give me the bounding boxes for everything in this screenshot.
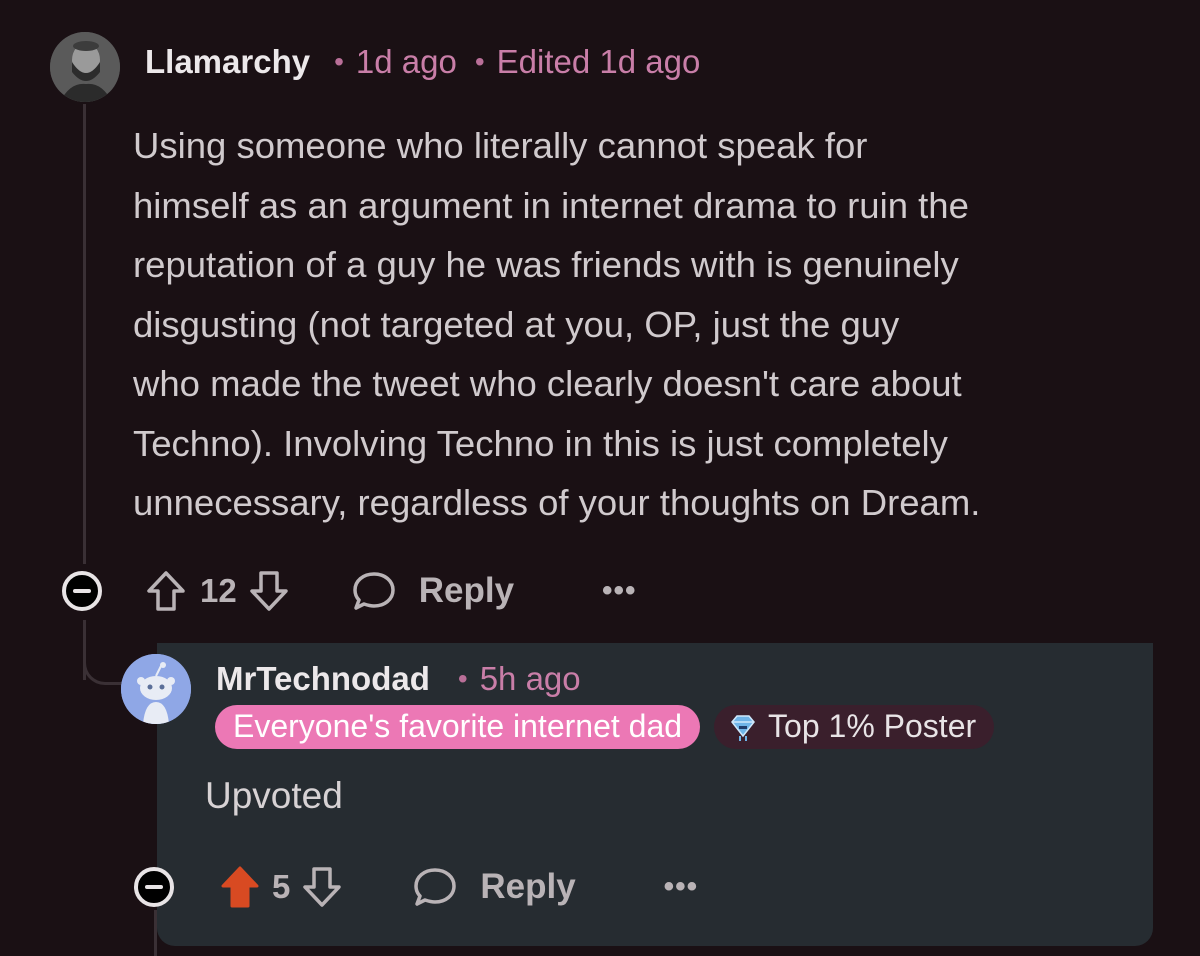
vote-count: 5 xyxy=(272,868,291,905)
avatar-portrait-icon xyxy=(50,32,120,102)
reply-label: Reply xyxy=(418,571,515,610)
flair-row: Everyone's favorite internet dad Top 1% … xyxy=(215,705,995,749)
comment-body: Using someone who literally cannot speak… xyxy=(133,125,981,523)
snoo-avatar-icon xyxy=(121,654,191,724)
thread-line-main[interactable] xyxy=(83,104,86,564)
downvote-icon[interactable] xyxy=(247,569,291,613)
comment-username[interactable]: Llamarchy xyxy=(145,43,310,81)
thread-connector-curve xyxy=(83,650,123,685)
more-options-button[interactable]: ••• xyxy=(602,574,637,608)
reply-button[interactable]: Reply xyxy=(412,865,576,909)
user-flair: Everyone's favorite internet dad xyxy=(215,705,701,749)
comment-actions: 12 Reply ••• xyxy=(62,561,637,621)
reply-username[interactable]: MrTechnodad xyxy=(216,660,430,698)
user-avatar[interactable] xyxy=(50,32,120,102)
upvote-icon[interactable] xyxy=(144,569,188,613)
reply-header: MrTechnodad • 5h ago xyxy=(216,657,581,701)
comment-thread: Llamarchy • 1d ago • Edited 1d ago Using… xyxy=(0,0,1200,956)
speech-bubble-icon xyxy=(352,572,395,610)
reply-body: Upvoted xyxy=(205,775,343,816)
speech-bubble-icon xyxy=(414,868,457,906)
reply-actions: 5 Reply ••• xyxy=(134,857,698,917)
edited-label: Edited 1d ago xyxy=(496,43,701,80)
badge-label: Top 1% Poster xyxy=(768,708,977,744)
collapse-button[interactable] xyxy=(134,867,174,907)
reply-label: Reply xyxy=(480,867,576,906)
comment-timestamp: 1d ago xyxy=(355,43,457,80)
reply-button[interactable]: Reply xyxy=(351,569,514,613)
comment-header: Llamarchy • 1d ago • Edited 1d ago xyxy=(145,40,700,84)
separator-dot: • xyxy=(457,663,468,694)
vote-count: 12 xyxy=(200,572,237,609)
upvote-active-icon[interactable] xyxy=(218,864,262,910)
separator-dot: • xyxy=(334,46,344,77)
reply-user-avatar[interactable] xyxy=(121,654,191,724)
collapse-icon xyxy=(145,885,163,889)
downvote-icon[interactable] xyxy=(300,865,344,909)
more-options-button[interactable]: ••• xyxy=(664,870,699,904)
collapse-icon xyxy=(73,589,91,593)
achievement-badge[interactable]: Top 1% Poster xyxy=(714,705,995,749)
diamond-poster-icon xyxy=(731,714,755,741)
separator-dot: • xyxy=(474,46,485,77)
collapse-button[interactable] xyxy=(62,571,102,611)
reply-timestamp: 5h ago xyxy=(479,660,581,697)
